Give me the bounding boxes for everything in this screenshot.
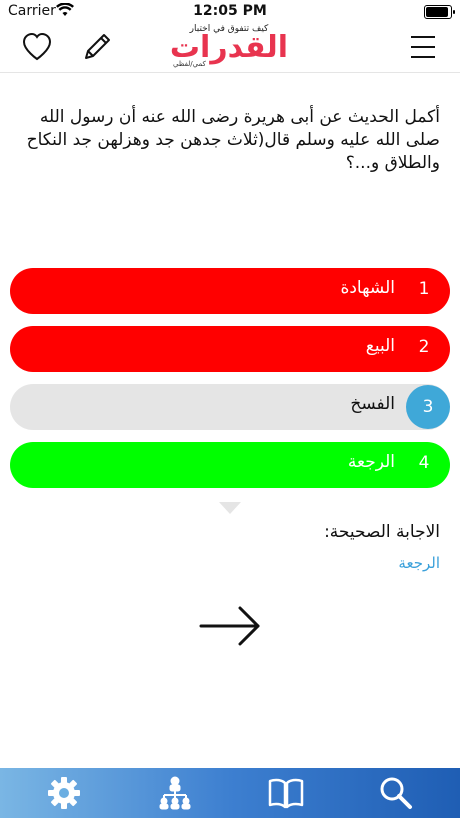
answer-number: 1 xyxy=(418,279,430,299)
answer-number: 3 xyxy=(406,385,450,429)
answer-option-4[interactable]: 4 الرجعة xyxy=(10,442,450,488)
correct-answer-value: الرجعة xyxy=(398,554,440,572)
app-logo: كيف تتفوق في اختبار القدرات كمي/لفظي xyxy=(165,24,293,68)
answer-number: 2 xyxy=(418,337,430,357)
status-time: 12:05 PM xyxy=(193,3,267,19)
battery-icon xyxy=(424,5,455,19)
answer-option-3[interactable]: 3 الفسخ xyxy=(10,384,450,430)
search-icon[interactable] xyxy=(377,775,415,811)
status-bar: Carrier 12:05 PM xyxy=(0,0,460,22)
heart-icon[interactable] xyxy=(20,30,54,64)
menu-icon[interactable] xyxy=(406,30,440,64)
answer-label: الشهادة xyxy=(340,278,395,298)
book-icon[interactable] xyxy=(267,775,305,811)
next-arrow-icon[interactable] xyxy=(198,604,262,648)
logo-sub: كمي/لفظي xyxy=(173,60,206,68)
settings-icon[interactable] xyxy=(45,775,83,811)
tab-bar xyxy=(0,768,460,818)
correct-answer-heading: الاجابة الصحيحة: xyxy=(324,522,440,542)
answer-number: 4 xyxy=(418,453,430,473)
triangle-indicator xyxy=(219,502,241,514)
answer-list: 1 الشهادة 2 البيع 3 الفسخ 4 الرجعة xyxy=(10,268,450,500)
navigation-bar: كيف تتفوق في اختبار القدرات كمي/لفظي xyxy=(0,22,460,73)
answer-label: الرجعة xyxy=(347,452,395,472)
question-text: أكمل الحديث عن أبى هريرة رضى الله عنه أن… xyxy=(26,107,440,173)
pencil-icon[interactable] xyxy=(80,30,114,64)
hierarchy-icon[interactable] xyxy=(156,775,194,811)
answer-label: البيع xyxy=(365,336,395,356)
answer-label: الفسخ xyxy=(350,394,395,414)
answer-option-1[interactable]: 1 الشهادة xyxy=(10,268,450,314)
answer-option-2[interactable]: 2 البيع xyxy=(10,326,450,372)
